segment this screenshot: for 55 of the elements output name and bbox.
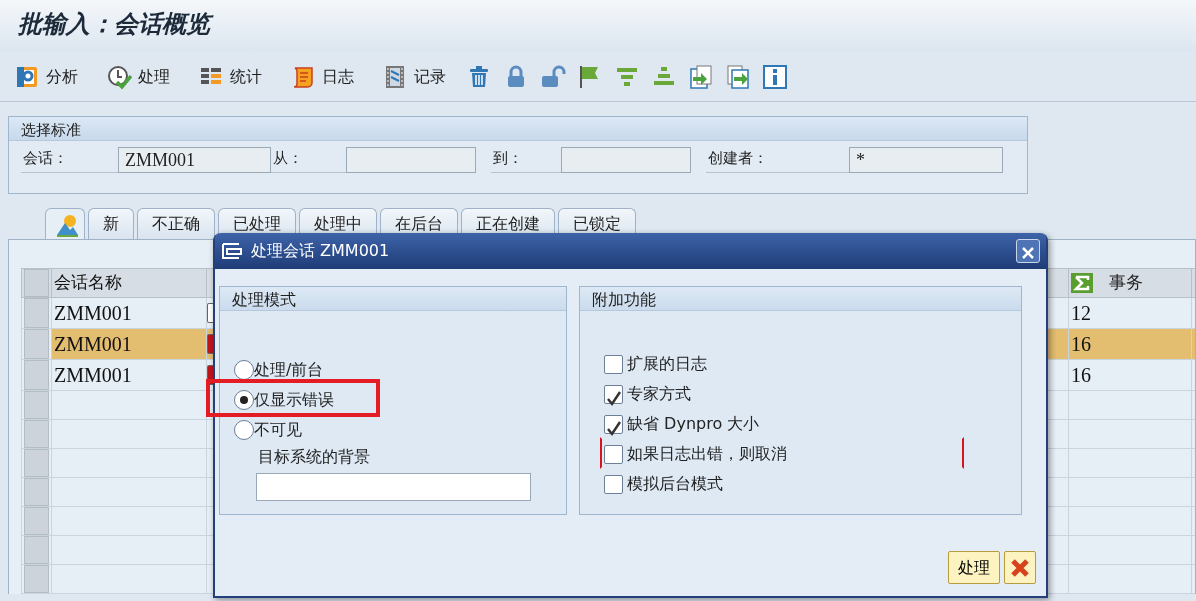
option-label: 模拟后台模式 (627, 473, 723, 495)
window-icon (221, 241, 243, 261)
dialog-title: 处理会话 ZMM001 (251, 240, 391, 262)
radio-button[interactable] (234, 420, 254, 440)
input-field[interactable] (561, 147, 691, 173)
document-arrow-icon[interactable] (688, 63, 714, 90)
clock-check-icon (106, 63, 132, 90)
table-cell: 12 (1068, 297, 1192, 329)
table-cell: ZMM001 (51, 297, 207, 329)
table-cell: 16 (1068, 359, 1192, 391)
close-button[interactable] (1016, 239, 1040, 263)
checkbox[interactable] (604, 474, 623, 494)
table-cell: ZMM001 (51, 328, 207, 360)
unlock-icon[interactable] (540, 63, 566, 90)
toolbar-button[interactable]: 记录 (382, 63, 446, 90)
table-cell: ZMM001 (51, 359, 207, 391)
input-field[interactable] (346, 147, 476, 173)
option-label: 处理/前台 (254, 359, 324, 381)
landscape-icon (56, 213, 78, 238)
toolbar-button[interactable]: 日志 (290, 63, 354, 90)
radio-button[interactable] (234, 390, 254, 410)
input-field[interactable]: ZMM001 (118, 147, 271, 173)
info-icon[interactable] (762, 63, 788, 90)
option-label: 如果日志出错，则取消 (627, 443, 787, 465)
option-label: 不可见 (254, 419, 302, 441)
checkbox[interactable] (604, 354, 623, 374)
field-label: 目标系统的背景 (258, 446, 371, 468)
group-title: 处理模式 (220, 287, 566, 311)
group-title: 选择标准 (21, 121, 81, 139)
document-arrow-icon[interactable] (725, 63, 751, 90)
column-header: 事务 (1109, 272, 1143, 295)
tab[interactable] (45, 208, 85, 239)
checkbox[interactable] (604, 414, 623, 434)
checkbox[interactable] (604, 384, 623, 404)
process-button[interactable]: 处理 (948, 551, 1000, 584)
radio-button[interactable] (234, 360, 254, 380)
option-label: 专家方式 (627, 383, 691, 405)
option-label: 缺省 Dynpro 大小 (627, 413, 760, 435)
input-field[interactable]: * (849, 147, 1003, 173)
tab[interactable]: 不正确 (137, 208, 215, 239)
column-header: 会话名称 (54, 273, 122, 293)
sum-icon (1071, 273, 1093, 293)
tab[interactable]: 新 (88, 208, 134, 239)
toolbar-button[interactable]: 统计 (198, 63, 262, 90)
option-label: 仅显示错误 (254, 389, 334, 411)
close-icon (1021, 245, 1035, 260)
table-cell: 16 (1068, 328, 1192, 360)
cancel-button[interactable] (1004, 551, 1036, 584)
toolbar-button[interactable]: 处理 (106, 63, 170, 90)
input-field[interactable] (256, 473, 531, 501)
toolbar-button[interactable]: 分析 (14, 63, 78, 90)
close-icon (1010, 558, 1030, 578)
option-label: 扩展的日志 (627, 353, 707, 375)
group-title: 附加功能 (580, 287, 1021, 311)
checkbox[interactable] (604, 444, 623, 464)
